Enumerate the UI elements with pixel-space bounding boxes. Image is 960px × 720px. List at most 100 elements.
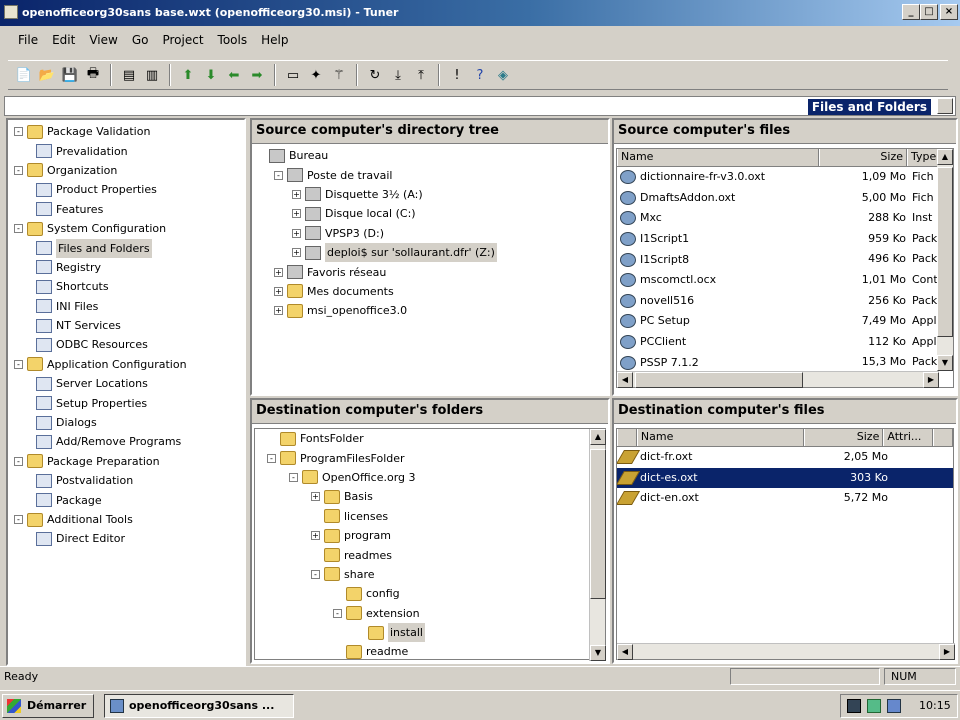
menu-view[interactable]: View: [89, 33, 117, 52]
app-icon[interactable]: [4, 5, 18, 19]
source-tree-node[interactable]: + VPSP3 (D:): [256, 224, 608, 243]
scroll-thumb[interactable]: [937, 167, 953, 337]
source-tree-node[interactable]: Bureau: [256, 146, 608, 165]
nav-item-organization[interactable]: - Organization: [14, 161, 244, 180]
expand-toggle[interactable]: -: [289, 472, 298, 482]
column-name[interactable]: Name: [636, 429, 804, 446]
expand-toggle[interactable]: +: [311, 531, 320, 541]
nav-item-nt-services[interactable]: NT Services: [14, 316, 244, 335]
source-file-row[interactable]: I1Script1 959 Ko Pack: [617, 229, 953, 250]
dest-file-row[interactable]: dict-en.oxt 5,72 Mo: [617, 488, 953, 509]
nav-item-package-preparation[interactable]: - Package Preparation: [14, 452, 244, 471]
expand-toggle[interactable]: -: [14, 127, 23, 137]
dest-tree-node[interactable]: readme: [267, 642, 605, 661]
menu-project[interactable]: Project: [162, 33, 203, 52]
scroll-thumb[interactable]: [590, 449, 606, 599]
print-icon[interactable]: 🖶: [83, 65, 103, 85]
scroll-up-arrow[interactable]: ▲: [590, 429, 606, 445]
source-file-row[interactable]: novell516 256 Ko Pack: [617, 291, 953, 312]
dest-tree-node[interactable]: - ProgramFilesFolder: [267, 448, 605, 467]
nav-item-package[interactable]: Package: [14, 490, 244, 509]
nav-item-dialogs[interactable]: Dialogs: [14, 413, 244, 432]
scroll-right-arrow[interactable]: ▶: [923, 372, 939, 388]
expand-toggle[interactable]: +: [292, 189, 301, 199]
dest-tree-node[interactable]: config: [267, 584, 605, 603]
refresh-icon[interactable]: ↻: [365, 65, 385, 85]
column-name[interactable]: Name: [617, 149, 819, 166]
expand-toggle[interactable]: +: [311, 492, 320, 502]
nav-item-files-and-folders[interactable]: Files and Folders: [14, 238, 244, 258]
menu-go[interactable]: Go: [132, 33, 149, 52]
maximize-button[interactable]: □: [920, 4, 938, 20]
expand-toggle[interactable]: +: [274, 286, 283, 296]
view-left-icon[interactable]: ▤: [119, 65, 139, 85]
source-file-row[interactable]: mscomctl.ocx 1,01 Mo Cont: [617, 270, 953, 291]
expand-toggle[interactable]: -: [14, 515, 23, 524]
expand-toggle[interactable]: -: [14, 456, 23, 466]
network-icon[interactable]: [847, 699, 861, 713]
source-file-row[interactable]: DmaftsAddon.oxt 5,00 Mo Fich: [617, 188, 953, 209]
scroll-up-arrow[interactable]: ▲: [937, 149, 953, 165]
source-files-vscroll[interactable]: ▲ ▼: [937, 149, 953, 371]
expand-toggle[interactable]: -: [333, 608, 342, 618]
info-icon[interactable]: !: [447, 65, 467, 85]
view-right-icon[interactable]: ▥: [142, 65, 162, 85]
source-file-row[interactable]: PCClient 112 Ko Appl: [617, 332, 953, 353]
source-tree-node[interactable]: + deploi$ sur 'sollaurant.dfr' (Z:): [256, 243, 608, 263]
source-file-row[interactable]: PSSP 7.1.2 15,3 Mo Pack: [617, 352, 953, 373]
open-icon[interactable]: 📂: [37, 65, 57, 85]
expand-toggle[interactable]: -: [14, 359, 23, 369]
taskbar-window-button[interactable]: openofficeorg30sans ...: [104, 694, 294, 718]
nav-item-system-configuration[interactable]: - System Configuration: [14, 219, 244, 238]
column-size[interactable]: Size: [819, 149, 907, 166]
dest-tree-vscroll[interactable]: ▲ ▼: [589, 429, 606, 661]
nav-item-package-validation[interactable]: - Package Validation: [14, 122, 244, 141]
nav-item-direct-editor[interactable]: Direct Editor: [14, 529, 244, 548]
dialog-icon[interactable]: ▭: [283, 65, 303, 85]
expand-toggle[interactable]: -: [274, 170, 283, 180]
expand-toggle[interactable]: +: [292, 228, 301, 238]
close-button[interactable]: ×: [940, 4, 958, 20]
down-arrow-icon[interactable]: ⬇: [201, 65, 221, 85]
up-arrow-icon[interactable]: ⬆: [178, 65, 198, 85]
dest-tree-node[interactable]: - share: [267, 565, 605, 584]
source-files-hscroll[interactable]: ◀ ▶: [617, 371, 939, 388]
dest-tree-node[interactable]: readmes: [267, 545, 605, 564]
dest-tree-node[interactable]: - OpenOffice.org 3: [267, 468, 605, 487]
source-tree-node[interactable]: + Disquette 3½ (A:): [256, 185, 608, 204]
forward-arrow-icon[interactable]: ➡: [247, 65, 267, 85]
dest-file-row[interactable]: dict-fr.oxt 2,05 Mo: [617, 447, 953, 468]
scroll-down-arrow[interactable]: ▼: [937, 355, 953, 371]
source-file-row[interactable]: Mxc 288 Ko Inst: [617, 208, 953, 229]
scroll-left-arrow[interactable]: ◀: [617, 644, 633, 660]
column-attributes[interactable]: Attri...: [883, 429, 934, 446]
dest-tree-node[interactable]: FontsFolder: [267, 429, 605, 448]
new-icon[interactable]: 📄: [14, 65, 34, 85]
nav-item-application-configuration[interactable]: - Application Configuration: [14, 355, 244, 374]
wizard-icon[interactable]: ✦: [306, 65, 326, 85]
expand-toggle[interactable]: +: [274, 267, 283, 277]
dest-tree-node[interactable]: licenses: [267, 507, 605, 526]
source-tree-node[interactable]: + Favoris réseau: [256, 262, 608, 281]
expand-toggle[interactable]: -: [14, 165, 23, 175]
scroll-down-arrow[interactable]: ▼: [590, 645, 606, 661]
nav-item-product-properties[interactable]: Product Properties: [14, 180, 244, 199]
scroll-left-arrow[interactable]: ◀: [617, 372, 633, 388]
map-icon[interactable]: ◈: [493, 65, 513, 85]
nav-item-additional-tools[interactable]: - Additional Tools: [14, 510, 244, 529]
source-tree-node[interactable]: + Disque local (C:): [256, 204, 608, 223]
tray-app-icon[interactable]: [867, 699, 881, 713]
back-arrow-icon[interactable]: ⬅: [224, 65, 244, 85]
source-file-row[interactable]: dictionnaire-fr-v3.0.oxt 1,09 Mo Fich: [617, 167, 953, 188]
expand-toggle[interactable]: -: [311, 569, 320, 579]
menu-help[interactable]: Help: [261, 33, 288, 52]
nav-item-ini-files[interactable]: INI Files: [14, 297, 244, 316]
export-icon[interactable]: ⤒: [411, 65, 431, 85]
nav-item-add-remove-programs[interactable]: Add/Remove Programs: [14, 432, 244, 451]
nav-item-setup-properties[interactable]: Setup Properties: [14, 393, 244, 412]
dest-tree-node[interactable]: + Basis: [267, 487, 605, 506]
expand-toggle[interactable]: -: [14, 224, 23, 234]
start-button[interactable]: Démarrer: [2, 694, 94, 718]
expand-toggle[interactable]: +: [274, 306, 283, 316]
source-tree-node[interactable]: + msi_openoffice3.0: [256, 301, 608, 320]
